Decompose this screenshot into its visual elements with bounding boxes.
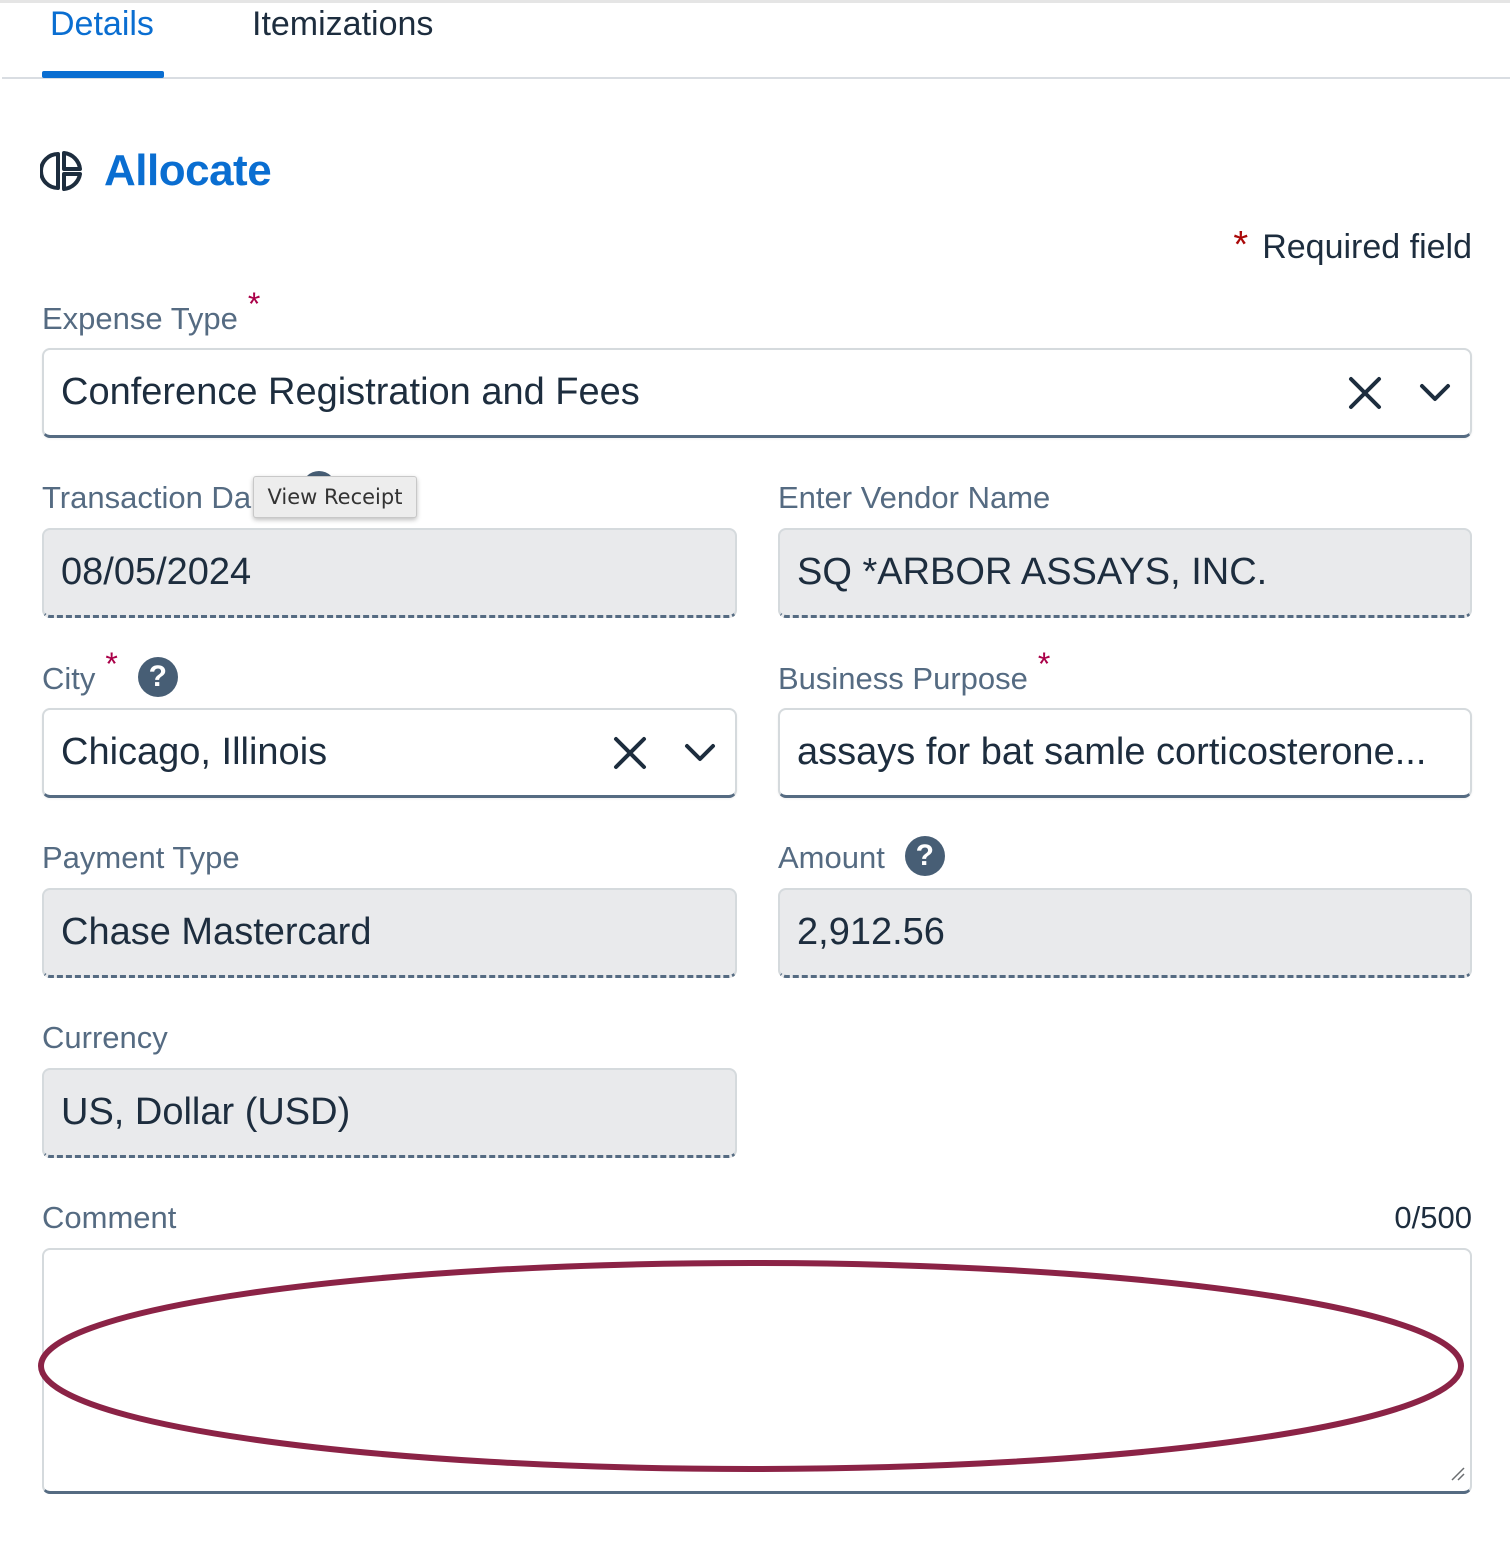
currency-field[interactable]: US, Dollar (USD) [42, 1068, 737, 1158]
expense-type-label: Expense Type * [42, 286, 260, 337]
required-asterisk: * [1037, 646, 1051, 682]
business-purpose-label: Business Purpose * [778, 646, 1050, 697]
amount-value: 2,912.56 [797, 911, 945, 953]
amount-label-text: Amount [778, 840, 885, 876]
city-label: City *? [42, 646, 178, 701]
comment-textarea[interactable] [42, 1248, 1472, 1494]
required-field-text: Required field [1262, 228, 1472, 266]
business-purpose-label-text: Business Purpose [778, 661, 1028, 696]
allocate-button[interactable]: Allocate [39, 146, 272, 196]
city-combobox[interactable]: Chicago, Illinois [42, 708, 737, 798]
transaction-date-label: Transaction Da [42, 480, 252, 515]
expense-type-combobox[interactable]: Conference Registration and Fees [42, 348, 1472, 438]
payment-type-label: Payment Type [42, 840, 240, 875]
tab-itemizations[interactable]: Itemizations [252, 4, 433, 44]
resize-handle-icon[interactable] [1450, 1466, 1466, 1487]
chevron-down-icon[interactable] [1400, 350, 1470, 435]
comment-label: Comment [42, 1200, 177, 1235]
help-icon[interactable]: ? [904, 836, 945, 876]
required-star: * [1233, 224, 1249, 266]
city-label-text: City [42, 661, 96, 696]
city-value: Chicago, Illinois [61, 731, 328, 773]
business-purpose-value: assays for bat samle corticosterone... [797, 731, 1427, 773]
allocate-label: Allocate [104, 146, 272, 195]
vendor-name-field[interactable]: SQ *ARBOR ASSAYS, INC. [778, 528, 1472, 618]
business-purpose-input[interactable]: assays for bat samle corticosterone... [778, 708, 1472, 798]
pie-chart-icon [39, 149, 84, 193]
required-field-note: * Required field [1233, 224, 1472, 269]
help-icon[interactable]: ? [137, 656, 178, 697]
vendor-name-value: SQ *ARBOR ASSAYS, INC. [797, 551, 1268, 593]
transaction-date-value: 08/05/2024 [61, 551, 252, 593]
currency-label: Currency [42, 1020, 168, 1055]
amount-field[interactable]: 2,912.56 [778, 888, 1472, 978]
tab-details[interactable]: Details [50, 4, 154, 44]
amount-label: Amount? [778, 836, 945, 880]
view-receipt-tooltip: View Receipt [253, 476, 417, 518]
chevron-down-icon[interactable] [665, 710, 735, 795]
expense-type-label-text: Expense Type [42, 301, 238, 336]
required-asterisk: * [247, 286, 261, 322]
required-asterisk: * [105, 646, 118, 682]
currency-value: US, Dollar (USD) [61, 1091, 351, 1133]
active-tab-indicator [42, 71, 164, 78]
clear-icon[interactable] [595, 710, 665, 795]
vendor-name-label: Enter Vendor Name [778, 480, 1051, 515]
transaction-date-field[interactable]: 08/05/2024 [42, 528, 737, 618]
payment-type-field[interactable]: Chase Mastercard [42, 888, 737, 978]
comment-character-counter: 0/500 [1394, 1200, 1472, 1235]
expense-type-value: Conference Registration and Fees [61, 371, 640, 413]
tab-bar: Details Itemizations [2, 0, 1510, 79]
clear-icon[interactable] [1330, 350, 1400, 435]
payment-type-value: Chase Mastercard [61, 911, 372, 953]
